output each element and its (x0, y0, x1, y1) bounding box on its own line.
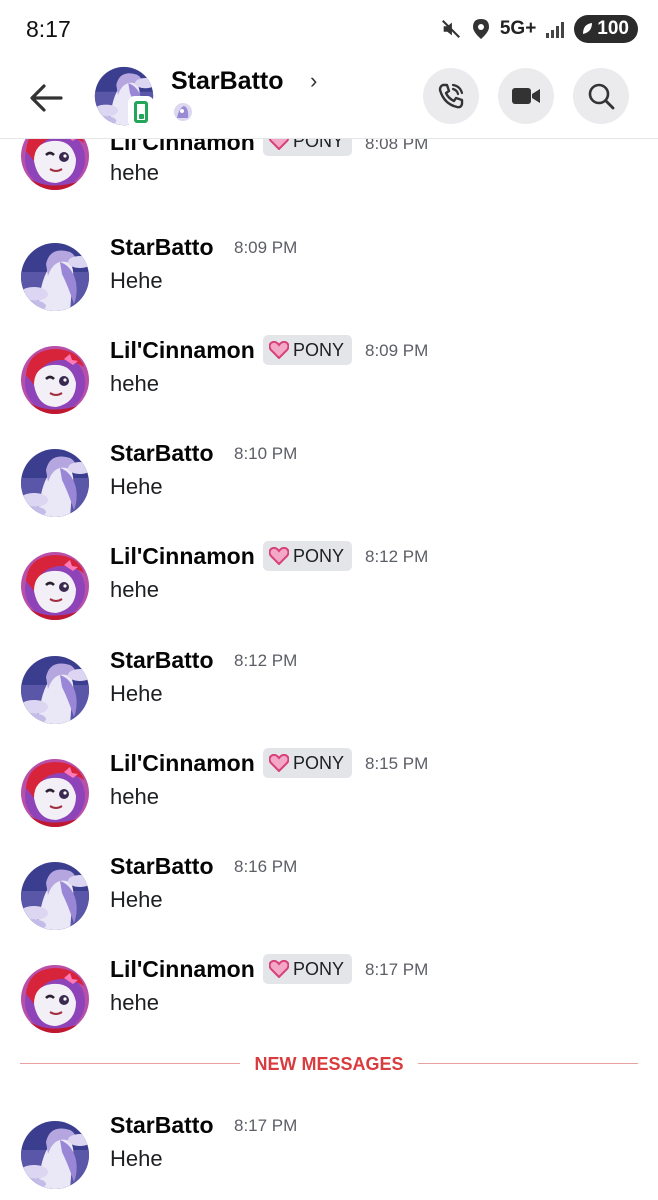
message-item[interactable]: StarBatto 8:12 PM Hehe (0, 647, 658, 747)
message-timestamp: 8:17 PM (365, 960, 429, 979)
message-item[interactable]: Lil'Cinnamon PONY 8:17 PM hehe (0, 954, 658, 1056)
message-timestamp: 8:12 PM (365, 547, 429, 566)
tag-label: PONY (293, 339, 345, 360)
avatar[interactable] (20, 345, 90, 415)
heart-icon (269, 754, 289, 772)
avatar[interactable] (20, 861, 90, 931)
message-item[interactable]: StarBatto 8:17 PM Hehe (0, 1112, 658, 1200)
message-timestamp: 8:17 PM (234, 1116, 298, 1135)
battery-level: 100 (597, 18, 629, 39)
status-time: 8:17 (26, 16, 71, 42)
role-tag: PONY (263, 748, 353, 778)
heart-icon (269, 547, 289, 565)
message-author[interactable]: Lil'Cinnamon (110, 337, 255, 364)
role-tag: PONY (263, 954, 353, 984)
channel-title[interactable]: StarBatto (171, 67, 284, 96)
video-camera-icon (512, 88, 540, 104)
status-bar: 8:17 5G+ 100 (0, 0, 658, 58)
header-avatar[interactable] (94, 66, 156, 128)
message-author[interactable]: Lil'Cinnamon (110, 750, 255, 777)
heart-icon (269, 139, 289, 150)
search-icon (588, 83, 615, 110)
message-author[interactable]: StarBatto (110, 234, 214, 261)
signal-icon (546, 20, 565, 38)
message-item[interactable]: Lil'Cinnamon PONY 8:15 PM hehe (0, 748, 658, 850)
avatar[interactable] (20, 964, 90, 1034)
arrow-left-icon (30, 84, 63, 112)
message-text: hehe (110, 371, 159, 396)
message-text: Hehe (110, 1146, 163, 1171)
message-timestamp: 8:15 PM (365, 754, 429, 773)
message-item[interactable]: Lil'Cinnamon PONY 8:09 PM hehe (0, 335, 658, 437)
message-text: Hehe (110, 887, 163, 912)
message-author[interactable]: Lil'Cinnamon (110, 543, 255, 570)
mobile-status-icon (128, 96, 154, 128)
message-item[interactable]: StarBatto 8:16 PM Hehe (0, 853, 658, 953)
message-item[interactable]: StarBatto 8:10 PM Hehe (0, 440, 658, 540)
tag-label: PONY (293, 752, 345, 773)
message-text: hehe (110, 784, 159, 809)
message-timestamp: 8:12 PM (234, 651, 298, 670)
phone-call-icon (438, 83, 464, 109)
video-call-button[interactable] (498, 68, 554, 124)
back-button[interactable] (22, 74, 70, 122)
status-icons: 5G+ 100 (440, 15, 638, 43)
role-tag: PONY (263, 541, 353, 571)
message-text: Hehe (110, 268, 163, 293)
network-label: 5G+ (499, 18, 537, 39)
message-timestamp: 8:08 PM (365, 139, 429, 153)
custom-status-icon (174, 103, 192, 121)
new-messages-label: NEW MESSAGES (240, 1054, 418, 1074)
chat-header: StarBatto › (0, 58, 658, 139)
message-timestamp: 8:10 PM (234, 444, 298, 463)
avatar[interactable] (20, 655, 90, 725)
message-text: hehe (110, 990, 159, 1015)
message-author[interactable]: StarBatto (110, 647, 214, 674)
message-author[interactable]: Lil'Cinnamon (110, 139, 255, 156)
location-icon (472, 19, 489, 39)
message-item[interactable]: StarBatto 8:09 PM Hehe (0, 234, 658, 334)
tag-label: PONY (293, 139, 345, 151)
voice-call-button[interactable] (423, 68, 479, 124)
mute-icon (441, 20, 460, 38)
avatar[interactable] (20, 1120, 90, 1190)
search-button[interactable] (573, 68, 629, 124)
message-text: Hehe (110, 474, 163, 499)
message-author[interactable]: StarBatto (110, 853, 214, 880)
message-timestamp: 8:09 PM (234, 238, 298, 257)
chevron-right-icon[interactable]: › (310, 68, 317, 94)
avatar[interactable] (20, 448, 90, 518)
tag-label: PONY (293, 545, 345, 566)
new-messages-divider: NEW MESSAGES (20, 1054, 638, 1074)
message-text: hehe (110, 577, 159, 602)
avatar[interactable] (20, 758, 90, 828)
message-item[interactable]: Lil'Cinnamon PONY 8:12 PM hehe (0, 541, 658, 643)
heart-icon (269, 960, 289, 978)
message-item[interactable]: Lil'Cinnamon PONY 8:08 PM hehe (0, 139, 658, 234)
message-timestamp: 8:09 PM (365, 341, 429, 360)
message-list[interactable]: Lil'Cinnamon PONY 8:08 PM hehe StarBatto… (0, 139, 658, 1200)
avatar[interactable] (20, 139, 90, 191)
message-author[interactable]: Lil'Cinnamon (110, 956, 255, 983)
message-author[interactable]: StarBatto (110, 440, 214, 467)
message-text: hehe (110, 160, 159, 185)
message-text: Hehe (110, 681, 163, 706)
avatar[interactable] (20, 551, 90, 621)
heart-icon (269, 341, 289, 359)
role-tag: PONY (263, 335, 353, 365)
tag-label: PONY (293, 958, 345, 979)
message-timestamp: 8:16 PM (234, 857, 298, 876)
role-tag: PONY (263, 139, 353, 156)
message-author[interactable]: StarBatto (110, 1112, 214, 1139)
battery-icon: 100 (574, 15, 638, 43)
avatar[interactable] (20, 242, 90, 312)
